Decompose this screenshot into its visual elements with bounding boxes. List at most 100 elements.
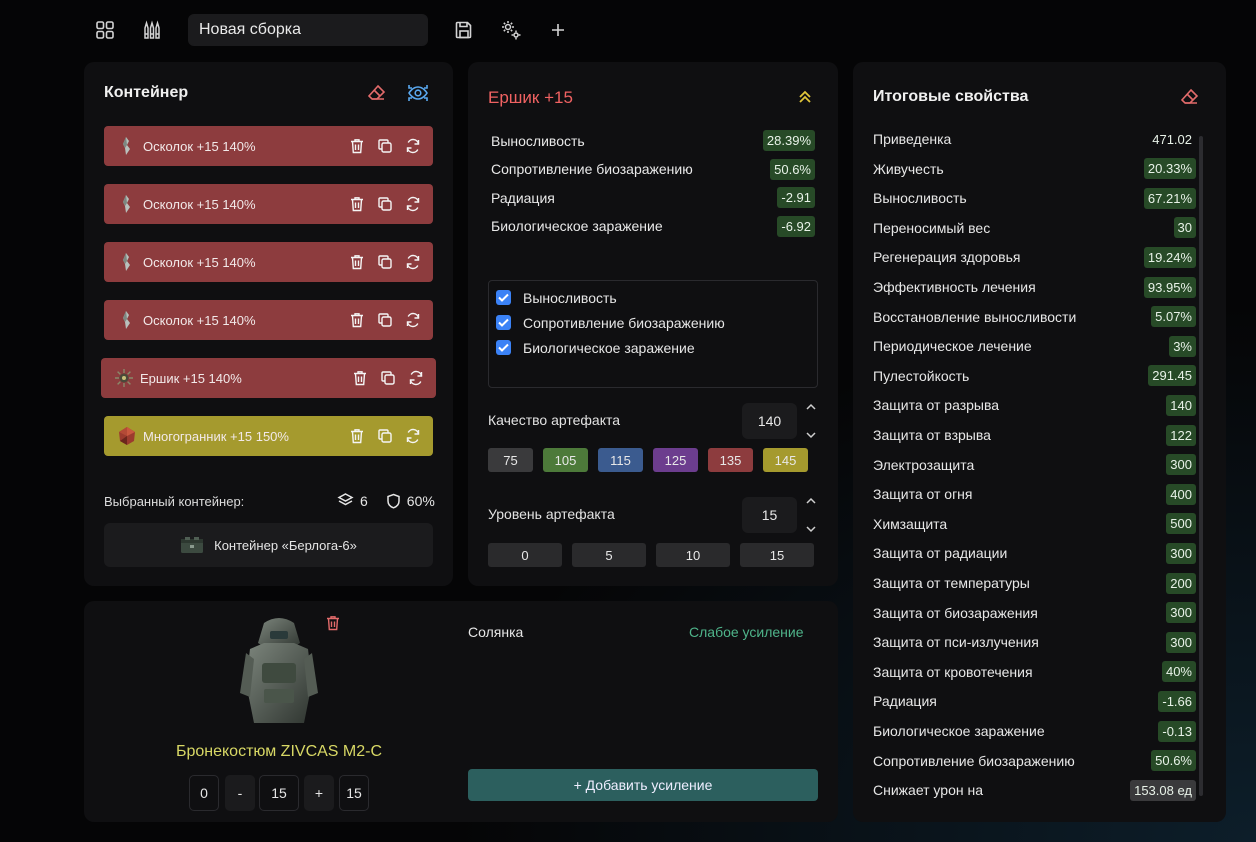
artifact-row[interactable]: Осколок +15 140% (104, 184, 433, 224)
property-row: Снижает урон на 153.08 ед (873, 778, 1196, 802)
quality-spinner[interactable] (804, 403, 818, 439)
swap-icon[interactable] (404, 312, 421, 329)
ammo-icon[interactable] (138, 16, 166, 44)
artifact-panel: Ершик +15 Выносливость 28.39% Сопротивлени… (468, 62, 838, 586)
chevron-down-icon[interactable] (806, 525, 816, 533)
stat-checkbox-item[interactable]: Сопротивление биозаражению (496, 310, 725, 335)
level-chip[interactable]: 5 (572, 543, 646, 567)
layers-icon (337, 492, 354, 509)
copy-icon[interactable] (376, 312, 393, 329)
level-plus-button[interactable]: + (304, 775, 334, 811)
artifact-name: Ершик +15 140% (140, 370, 242, 386)
property-row: Защита от температуры 200 (873, 571, 1196, 595)
save-icon[interactable] (450, 16, 478, 44)
trash-icon[interactable] (326, 615, 340, 631)
property-row: Сопротивление биозаражению 50.6% (873, 749, 1196, 773)
copy-icon[interactable] (379, 370, 396, 387)
container-box-icon (180, 535, 204, 555)
property-name: Биологическое заражение (873, 723, 1045, 739)
artifact-name: Осколок +15 140% (143, 196, 256, 212)
swap-icon[interactable] (404, 428, 421, 445)
stat-checkbox-item[interactable]: Биологическое заражение (496, 335, 725, 360)
properties-scrollbar[interactable] (1199, 136, 1203, 796)
level-chip[interactable]: 15 (740, 543, 814, 567)
swap-icon[interactable] (404, 138, 421, 155)
copy-icon[interactable] (376, 428, 393, 445)
quality-chip[interactable]: 145 (763, 448, 808, 472)
selected-container-label: Выбранный контейнер: (104, 494, 245, 509)
artifact-row[interactable]: Осколок +15 140% (104, 300, 433, 340)
swap-icon[interactable] (404, 254, 421, 271)
quality-input[interactable]: 140 (742, 403, 797, 439)
level-max-button[interactable]: 15 (339, 775, 369, 811)
plus-icon[interactable] (544, 16, 572, 44)
level-min-button[interactable]: 0 (189, 775, 219, 811)
trash-icon[interactable] (348, 138, 365, 155)
swap-icon[interactable] (404, 196, 421, 213)
artifact-name: Осколок +15 140% (143, 312, 256, 328)
armor-level-input[interactable]: 15 (259, 775, 299, 811)
chevron-up-icon[interactable] (806, 403, 816, 411)
eraser-icon[interactable] (367, 83, 387, 103)
property-row: Биологическое заражение -0.13 (873, 719, 1196, 743)
build-name-input[interactable] (188, 14, 428, 46)
checkbox-checked-icon[interactable] (496, 290, 511, 305)
quality-chip[interactable]: 125 (653, 448, 698, 472)
property-name: Электрозащита (873, 456, 975, 473)
chevron-up-icon[interactable] (806, 497, 816, 505)
property-value: 300 (1166, 542, 1196, 564)
shard-icon (116, 309, 138, 331)
collapse-icon[interactable] (798, 90, 812, 104)
container-stats: 6 60% (337, 492, 435, 509)
trash-icon[interactable] (348, 196, 365, 213)
checkbox-checked-icon[interactable] (496, 340, 511, 355)
checkbox-label: Биологическое заражение (523, 339, 695, 356)
chevron-down-icon[interactable] (806, 431, 816, 439)
level-chip[interactable]: 0 (488, 543, 562, 567)
copy-icon[interactable] (376, 254, 393, 271)
level-input[interactable]: 15 (742, 497, 797, 533)
container-select-button[interactable]: Контейнер «Берлога-6» (104, 523, 433, 567)
artifact-row[interactable]: Осколок +15 140% (104, 126, 433, 166)
trash-icon[interactable] (348, 428, 365, 445)
artifact-row[interactable]: Многогранник +15 150% (104, 416, 433, 456)
quality-chip[interactable]: 135 (708, 448, 753, 472)
property-value: 30 (1173, 217, 1196, 239)
property-value: -1.66 (1158, 690, 1196, 712)
eraser-icon[interactable] (1180, 87, 1200, 107)
level-spinner[interactable] (804, 497, 818, 533)
quality-presets: 75 105 115 125 135 145 (488, 448, 808, 472)
level-chip[interactable]: 10 (656, 543, 730, 567)
add-boost-button[interactable]: + Добавить усиление (468, 769, 818, 801)
level-minus-button[interactable]: - (225, 775, 255, 811)
trash-icon[interactable] (348, 254, 365, 271)
property-row: Электрозащита 300 (873, 453, 1196, 477)
checkbox-checked-icon[interactable] (496, 315, 511, 330)
copy-icon[interactable] (376, 196, 393, 213)
stat-row: Биологическое заражение -6.92 (491, 215, 815, 237)
boost-value[interactable]: Слабое усиление (689, 624, 804, 640)
armor-name: Бронекостюм ZIVCAS M2-C (175, 743, 383, 760)
quality-chip[interactable]: 75 (488, 448, 533, 472)
quality-chip[interactable]: 105 (543, 448, 588, 472)
property-row: Регенерация здоровья 19.24% (873, 245, 1196, 269)
property-value: 153.08 ед (1130, 779, 1196, 801)
trash-icon[interactable] (348, 312, 365, 329)
property-row: Защита от кровотечения 40% (873, 660, 1196, 684)
artifact-row[interactable]: Ершик +15 140% (101, 358, 436, 398)
copy-icon[interactable] (376, 138, 393, 155)
checkbox-label: Выносливость (523, 289, 617, 306)
property-row: Переносимый вес 30 (873, 216, 1196, 240)
container-protection: 60% (406, 492, 435, 509)
eye-icon[interactable] (407, 83, 429, 103)
grid-icon[interactable] (91, 16, 119, 44)
trash-icon[interactable] (351, 370, 368, 387)
quality-chip[interactable]: 115 (598, 448, 643, 472)
stat-value: 28.39% (762, 130, 815, 151)
swap-icon[interactable] (407, 370, 424, 387)
property-value: 122 (1166, 424, 1196, 446)
artifact-row[interactable]: Осколок +15 140% (104, 242, 433, 282)
stat-row: Выносливость 28.39% (491, 130, 815, 151)
gears-icon[interactable] (497, 16, 525, 44)
stat-checkbox-item[interactable]: Выносливость (496, 285, 725, 310)
